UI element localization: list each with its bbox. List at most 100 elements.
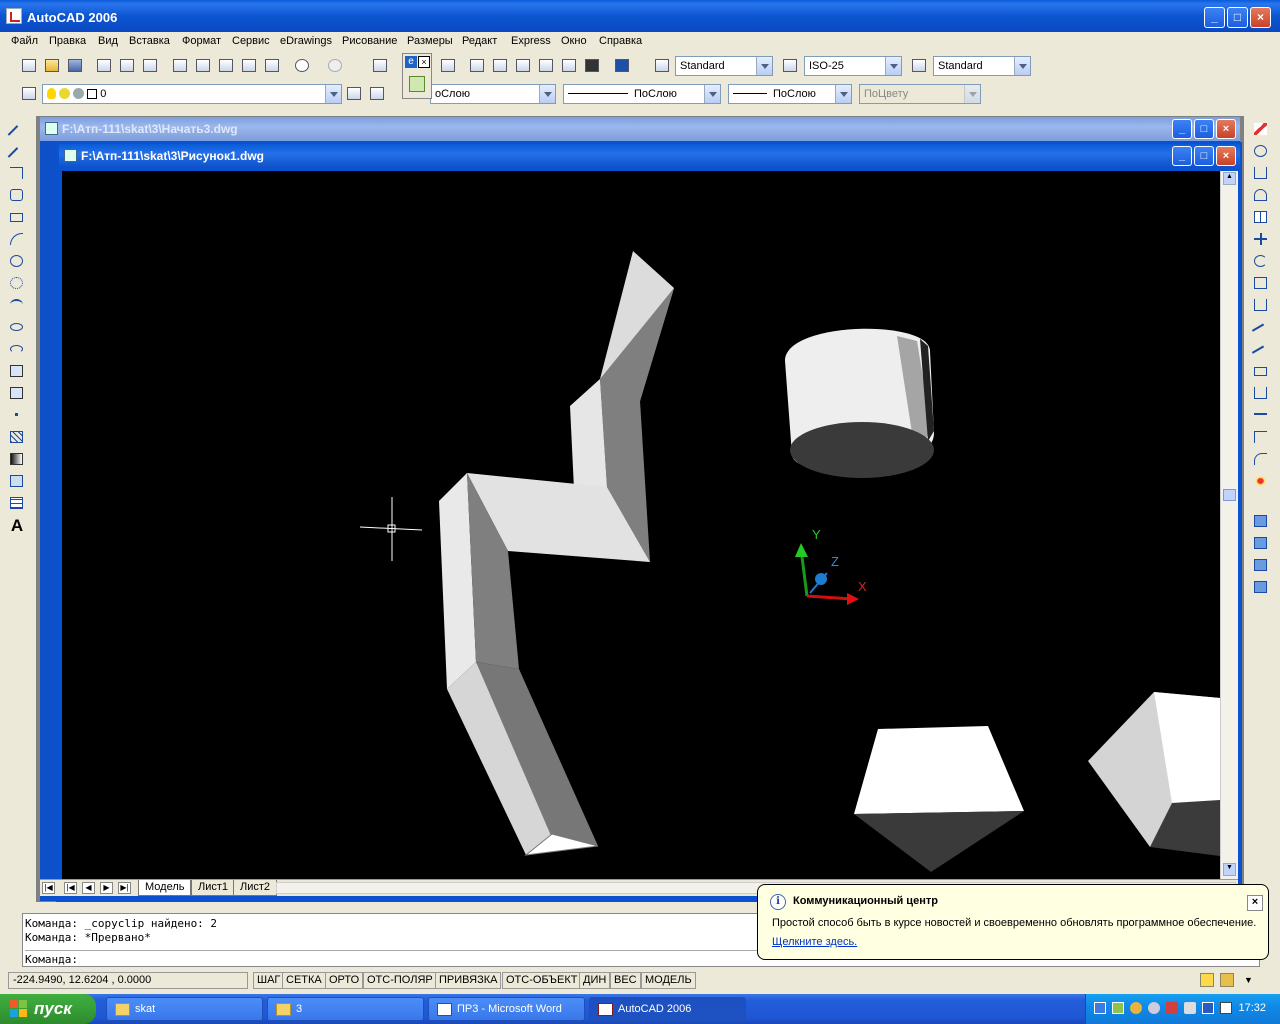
tray-app-icon[interactable] — [1130, 1002, 1142, 1014]
menu-tools[interactable]: Сервис — [232, 35, 270, 47]
lock-icon[interactable] — [1220, 973, 1234, 987]
next-layout-icon[interactable]: ▶ — [100, 882, 113, 894]
antivirus-icon[interactable] — [1166, 1002, 1178, 1014]
stretch-icon[interactable] — [1252, 296, 1270, 314]
tab-layout1[interactable]: Лист1 — [191, 880, 236, 896]
block-editor-icon[interactable] — [262, 57, 282, 75]
back-doc-minimize-button[interactable]: _ — [1172, 119, 1192, 139]
move-icon[interactable] — [1252, 230, 1270, 248]
taskbar-item-skat[interactable]: skat — [106, 997, 263, 1021]
scroll-down-icon[interactable]: ▼ — [1223, 863, 1236, 876]
explode-icon[interactable] — [1252, 472, 1270, 490]
layer-manager-icon[interactable] — [19, 85, 39, 103]
network-icon[interactable] — [1094, 1002, 1106, 1014]
vertical-scrollbar[interactable]: ▲ ▼ — [1220, 171, 1238, 879]
menu-file[interactable]: Файл — [11, 35, 38, 47]
menu-modify[interactable]: Редакт — [462, 35, 497, 47]
toolbar-close-icon[interactable]: × — [418, 56, 430, 68]
lineweight-select[interactable]: ПоСлою — [728, 84, 852, 104]
front-document-titlebar[interactable]: F:\Атп-111\skat\3\Рисунок1.dwg _ □ × — [59, 144, 1240, 168]
insert-block-icon[interactable] — [8, 362, 26, 380]
menu-view[interactable]: Вид — [98, 35, 118, 47]
sheet-set-icon[interactable] — [536, 57, 556, 75]
menu-draw[interactable]: Рисование — [342, 35, 397, 47]
polygon-icon[interactable] — [8, 186, 26, 204]
menu-window[interactable]: Окно — [561, 35, 587, 47]
prev-layout-icon[interactable]: ◀ — [82, 882, 95, 894]
construction-line-icon[interactable] — [7, 142, 26, 165]
dim-style-select[interactable]: ISO-25 — [804, 56, 902, 76]
color-select[interactable]: оСлою — [430, 84, 556, 104]
close-button[interactable]: × — [1250, 7, 1271, 28]
ortho-toggle[interactable]: ОРТО — [325, 972, 364, 989]
front-doc-minimize-button[interactable]: _ — [1172, 146, 1192, 166]
back-doc-maximize-button[interactable]: □ — [1194, 119, 1214, 139]
osnap-toggle[interactable]: ПРИВЯЗКА — [435, 972, 502, 989]
ellipse-icon[interactable] — [8, 318, 26, 336]
language-icon[interactable] — [1202, 1002, 1214, 1014]
region-icon[interactable] — [8, 472, 26, 490]
maximize-button[interactable]: □ — [1227, 7, 1248, 28]
zoom-icon[interactable] — [438, 57, 458, 75]
offset-icon[interactable] — [1252, 186, 1270, 204]
rectangle-icon[interactable] — [8, 208, 26, 226]
spline-icon[interactable] — [8, 296, 26, 314]
polar-toggle[interactable]: ОТС-ПОЛЯР — [363, 972, 437, 989]
redo-icon[interactable] — [325, 57, 345, 75]
hatch-icon[interactable] — [8, 428, 26, 446]
chamfer-icon[interactable] — [1252, 428, 1270, 446]
draworder-above-icon[interactable] — [1252, 556, 1270, 574]
trim-icon[interactable] — [1251, 318, 1270, 341]
point-icon[interactable] — [8, 406, 26, 424]
grid-toggle[interactable]: СЕТКА — [282, 972, 326, 989]
cut-icon[interactable] — [170, 57, 190, 75]
ellipse-arc-icon[interactable] — [8, 340, 26, 358]
tray-app-icon[interactable] — [1112, 1002, 1124, 1014]
balloon-link[interactable]: Щелкните здесь. — [772, 936, 857, 948]
taskbar-item-autocad[interactable]: AutoCAD 2006 — [589, 997, 746, 1021]
draworder-under-icon[interactable] — [1252, 578, 1270, 596]
snap-toggle[interactable]: ШАГ — [253, 972, 285, 989]
model-toggle[interactable]: МОДЕЛЬ — [641, 972, 696, 989]
menu-format[interactable]: Формат — [182, 35, 221, 47]
mirror-icon[interactable] — [1252, 164, 1270, 182]
table-style-select[interactable]: Standard — [933, 56, 1031, 76]
first-tab-icon[interactable]: |◀ — [42, 882, 55, 894]
menu-dimension[interactable]: Размеры — [407, 35, 453, 47]
copy-object-icon[interactable] — [1252, 142, 1270, 160]
arc-icon[interactable] — [8, 230, 26, 248]
markup-icon[interactable] — [559, 57, 579, 75]
draworder-front-icon[interactable] — [1252, 512, 1270, 530]
break-icon[interactable] — [1252, 384, 1270, 402]
front-doc-maximize-button[interactable]: □ — [1194, 146, 1214, 166]
dyn-toggle[interactable]: ДИН — [579, 972, 611, 989]
taskbar-item-3[interactable]: 3 — [267, 997, 424, 1021]
autocad-app-icon[interactable] — [6, 8, 22, 24]
volume-icon[interactable] — [1184, 1002, 1196, 1014]
status-menu-icon[interactable]: ▼ — [1244, 975, 1253, 985]
plot-icon[interactable] — [94, 57, 114, 75]
array-icon[interactable] — [1252, 208, 1270, 226]
menu-help[interactable]: Справка — [599, 35, 642, 47]
save-icon[interactable] — [65, 57, 85, 75]
erase-icon[interactable] — [1252, 120, 1270, 138]
minimize-button[interactable]: _ — [1204, 7, 1225, 28]
lineweight-toggle[interactable]: ВЕС — [610, 972, 641, 989]
clock[interactable]: 17:32 — [1238, 1002, 1266, 1014]
revision-cloud-icon[interactable] — [8, 274, 26, 292]
scale-icon[interactable] — [1252, 274, 1270, 292]
polyline-icon[interactable] — [8, 164, 26, 182]
back-doc-close-button[interactable]: × — [1216, 119, 1236, 139]
join-icon[interactable] — [1252, 406, 1270, 424]
last-layout-icon[interactable]: ▶| — [118, 882, 131, 894]
first-layout-icon[interactable]: |◀ — [64, 882, 77, 894]
help-icon[interactable] — [612, 57, 632, 75]
scroll-up-icon[interactable]: ▲ — [1223, 172, 1236, 185]
scroll-thumb[interactable] — [1223, 489, 1236, 501]
table-icon[interactable] — [8, 494, 26, 512]
back-document-titlebar[interactable]: F:\Атп-111\skat\3\Начать3.dwg _ □ × — [40, 117, 1240, 141]
paste-icon[interactable] — [216, 57, 236, 75]
design-center-icon[interactable] — [490, 57, 510, 75]
undo-icon[interactable] — [292, 57, 312, 75]
properties-icon[interactable] — [467, 57, 487, 75]
